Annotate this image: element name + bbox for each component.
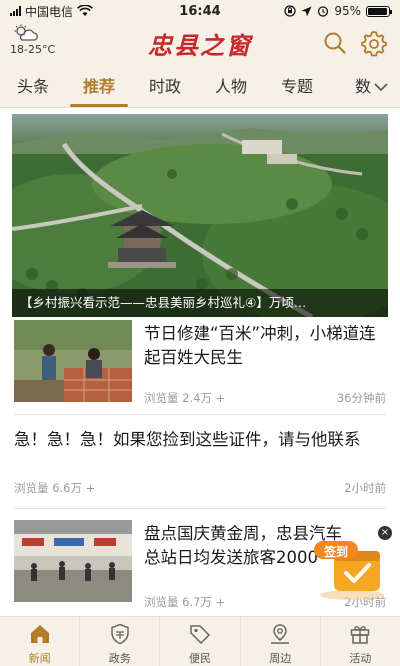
tab-recommended[interactable]: 推荐	[66, 67, 132, 107]
battery-percent: 95%	[334, 4, 361, 18]
hero-image	[12, 114, 388, 317]
article-title: 节日修建“百米”冲刺，小梯道连起百姓大民生	[144, 324, 376, 367]
signal-icon	[10, 6, 21, 16]
publish-time: 2小时前	[344, 481, 386, 495]
nav-label: 新闻	[28, 652, 51, 665]
article-thumbnail	[14, 520, 132, 602]
divider	[14, 414, 386, 415]
home-icon	[30, 625, 49, 643]
nav-news[interactable]: 新闻	[0, 617, 81, 666]
carrier-label: 中国电信	[25, 4, 74, 19]
nav-label: 便民	[189, 652, 211, 665]
rotation-lock-icon	[284, 5, 296, 17]
wifi-icon	[77, 5, 93, 16]
alarm-icon	[318, 6, 329, 17]
divider	[14, 508, 386, 509]
tab-people[interactable]: 人物	[198, 67, 264, 107]
nav-label: 政务	[108, 652, 131, 665]
nav-government[interactable]: 政务	[80, 617, 161, 666]
status-right: 95%	[284, 4, 392, 18]
signin-label: 签到	[323, 545, 348, 559]
app-header: 18-25°C 忠县之窗	[0, 22, 400, 66]
publish-time: 36分钟前	[336, 391, 386, 405]
status-bar: 中国电信 16:44 95%	[0, 0, 400, 22]
map-icon	[271, 624, 290, 644]
nav-nearby[interactable]: 周边	[241, 617, 321, 666]
hero-caption: 【乡村振兴看示范——忠县美丽乡村巡礼④】万顷…	[12, 289, 388, 317]
article-thumbnail	[14, 320, 132, 402]
tab-politics[interactable]: 时政	[132, 67, 198, 107]
gift-icon	[351, 626, 370, 644]
category-tabs: 头条 推荐 时政 人物 专题 数	[0, 66, 400, 108]
shield-icon	[111, 623, 129, 645]
list-item[interactable]: 节日修建“百米”冲刺，小梯道连起百姓大民生 浏览量 2.4万 + 36分钟前	[14, 320, 386, 414]
nav-services[interactable]: 便民	[160, 617, 241, 666]
tab-headlines[interactable]: 头条	[0, 67, 66, 107]
battery-icon	[366, 5, 392, 17]
bottom-nav: 新闻 政务 便民 周边 活动	[0, 616, 400, 666]
article-title: 急！急！急！如果您捡到这些证件，请与他联系	[14, 430, 361, 449]
hero-banner[interactable]: 【乡村振兴看示范——忠县美丽乡村巡礼④】万顷…	[12, 114, 388, 317]
chevron-down-icon[interactable]	[370, 76, 392, 98]
gear-icon[interactable]	[360, 29, 388, 57]
nav-label: 活动	[349, 652, 372, 665]
search-icon[interactable]	[322, 30, 348, 56]
view-count: 浏览量 6.7万 +	[144, 595, 226, 609]
nav-label: 周边	[269, 652, 292, 665]
location-arrow-icon	[301, 6, 312, 16]
tag-icon	[190, 625, 210, 644]
status-left: 中国电信	[10, 3, 93, 20]
list-item[interactable]: 急！急！急！如果您捡到这些证件，请与他联系 浏览量 6.6万 + 2小时前	[14, 424, 386, 500]
signin-badge[interactable]: 签到	[312, 535, 390, 601]
nav-activities[interactable]: 活动	[321, 617, 400, 666]
view-count: 浏览量 6.6万 +	[14, 481, 96, 495]
tab-topics[interactable]: 专题	[264, 67, 330, 107]
view-count: 浏览量 2.4万 +	[144, 391, 226, 405]
